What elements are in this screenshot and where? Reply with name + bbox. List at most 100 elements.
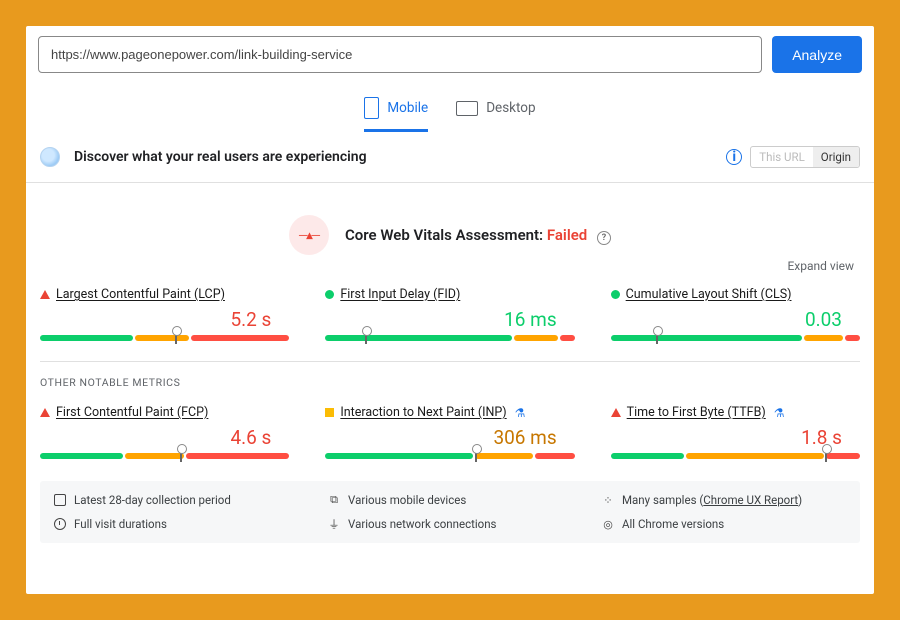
other-metrics-grid: First Contentful Paint (FCP) 4.6 s Inter… [40, 405, 860, 459]
footer-durations: Full visit durations [54, 517, 298, 531]
metric-value: 306 ms [325, 426, 556, 449]
metric-inp: Interaction to Next Paint (INP) ⚗ 306 ms [325, 405, 574, 459]
help-icon[interactable]: ? [597, 231, 611, 245]
metric-name[interactable]: First Input Delay (FID) [340, 287, 460, 302]
top-row: Analyze [26, 36, 874, 73]
devices-icon: ⧉ [328, 494, 340, 506]
mobile-icon [364, 97, 379, 119]
assessment-text: Core Web Vitals Assessment: Failed ? [345, 226, 611, 245]
flask-icon: ⚗ [774, 406, 785, 420]
metric-fid: First Input Delay (FID) 16 ms [325, 287, 574, 341]
bar-segment [191, 335, 289, 341]
tab-label: Mobile [387, 100, 428, 116]
bar-segment [804, 335, 843, 341]
status-dot-icon [325, 290, 334, 299]
status-triangle-icon [40, 290, 50, 299]
bar-segment [186, 453, 289, 459]
info-icon[interactable]: i [726, 149, 742, 165]
chrome-icon: ◎ [602, 518, 614, 530]
metric-ttfb: Time to First Byte (TTFB) ⚗ 1.8 s [611, 405, 860, 459]
distribution-bar [611, 453, 860, 459]
bar-marker [475, 450, 477, 462]
scope-toggle: This URL Origin [750, 146, 860, 168]
footer-text: Latest 28-day collection period [74, 493, 231, 507]
wifi-icon: ⏚ [328, 518, 340, 530]
metric-name[interactable]: Time to First Byte (TTFB) [627, 405, 766, 420]
metric-lcp: Largest Contentful Paint (LCP) 5.2 s [40, 287, 289, 341]
banner: Discover what your real users are experi… [26, 132, 874, 183]
bar-segment [325, 453, 472, 459]
distribution-bar [611, 335, 860, 341]
status-square-icon [325, 408, 334, 417]
clock-icon [54, 518, 66, 530]
metric-name[interactable]: First Contentful Paint (FCP) [56, 405, 208, 420]
samples-icon: ⁘ [602, 494, 614, 506]
divider [40, 361, 860, 362]
footer-text: All Chrome versions [622, 517, 724, 531]
metric-fcp: First Contentful Paint (FCP) 4.6 s [40, 405, 289, 459]
distribution-bar [325, 335, 574, 341]
metric-value: 0.03 [611, 308, 842, 331]
bar-segment [845, 335, 860, 341]
bar-marker [365, 332, 367, 344]
flask-icon: ⚗ [515, 406, 526, 420]
footer-text: Various network connections [348, 517, 497, 531]
other-metrics-label: OTHER NOTABLE METRICS [40, 376, 860, 389]
url-input[interactable] [38, 36, 762, 73]
distribution-bar [325, 453, 574, 459]
distribution-bar [40, 453, 289, 459]
content: ─▴─ Core Web Vitals Assessment: Failed ?… [26, 183, 874, 543]
core-vitals-grid: Largest Contentful Paint (LCP) 5.2 s Fir… [40, 287, 860, 341]
distribution-bar [40, 335, 289, 341]
footer-networks: ⏚ Various network connections [328, 517, 572, 531]
metric-head: Time to First Byte (TTFB) ⚗ [611, 405, 860, 420]
expand-view-link[interactable]: Expand view [40, 259, 860, 273]
metric-value: 4.6 s [40, 426, 271, 449]
footer-period: Latest 28-day collection period [54, 493, 298, 507]
assessment-prefix: Core Web Vitals Assessment: [345, 226, 547, 244]
toggle-origin[interactable]: Origin [813, 147, 859, 167]
bar-segment [40, 453, 123, 459]
metric-value: 5.2 s [40, 308, 271, 331]
assessment-row: ─▴─ Core Web Vitals Assessment: Failed ? [40, 215, 860, 255]
metric-name[interactable]: Interaction to Next Paint (INP) [340, 405, 506, 420]
tab-desktop[interactable]: Desktop [456, 97, 535, 132]
metric-cls: Cumulative Layout Shift (CLS) 0.03 [611, 287, 860, 341]
metric-value: 16 ms [325, 308, 556, 331]
chrome-ux-link[interactable]: Chrome UX Report [703, 493, 798, 507]
desktop-icon [456, 101, 478, 116]
metric-name[interactable]: Largest Contentful Paint (LCP) [56, 287, 225, 302]
bar-segment [325, 335, 511, 341]
bar-segment [611, 453, 685, 459]
metric-head: First Input Delay (FID) [325, 287, 574, 302]
footer-samples: ⁘Many samples (Chrome UX Report) [602, 493, 846, 507]
status-triangle-icon [611, 408, 621, 417]
footer-devices: ⧉Various mobile devices [328, 493, 572, 507]
metric-name[interactable]: Cumulative Layout Shift (CLS) [626, 287, 792, 302]
toggle-this-url[interactable]: This URL [751, 147, 813, 167]
tab-mobile[interactable]: Mobile [364, 97, 428, 132]
bar-segment [514, 335, 558, 341]
status-triangle-icon [40, 408, 50, 417]
bar-marker [175, 332, 177, 344]
status-dot-icon [611, 290, 620, 299]
bar-segment [125, 453, 184, 459]
bar-segment [826, 453, 860, 459]
bar-segment [40, 335, 133, 341]
banner-left: Discover what your real users are experi… [40, 147, 367, 167]
bar-marker [180, 450, 182, 462]
footer-versions: ◎ All Chrome versions [602, 517, 846, 531]
tab-label: Desktop [486, 100, 535, 116]
metric-head: Largest Contentful Paint (LCP) [40, 287, 289, 302]
metric-head: First Contentful Paint (FCP) [40, 405, 289, 420]
metric-value: 1.8 s [611, 426, 842, 449]
assessment-fail-icon: ─▴─ [289, 215, 329, 255]
analyze-button[interactable]: Analyze [772, 36, 862, 73]
bar-segment [475, 453, 534, 459]
main-panel: Analyze Mobile Desktop Discover what you… [26, 26, 874, 594]
bar-segment [686, 453, 823, 459]
bar-marker [656, 332, 658, 344]
metric-head: Cumulative Layout Shift (CLS) [611, 287, 860, 302]
device-tabs: Mobile Desktop [26, 97, 874, 132]
assessment-result: Failed [547, 226, 587, 244]
